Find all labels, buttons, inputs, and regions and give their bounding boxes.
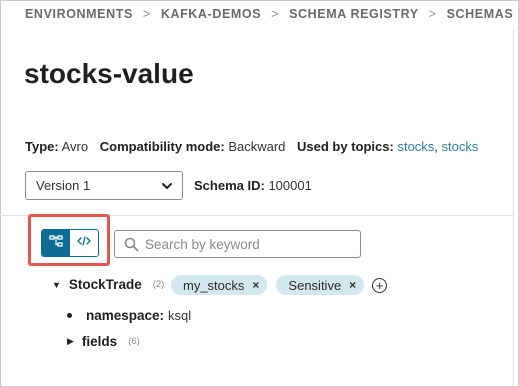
compatibility-value: Backward (228, 139, 286, 154)
tag-sensitive: Sensitive × (276, 275, 365, 295)
caret-right-icon[interactable]: ▶ (67, 336, 74, 347)
node-name[interactable]: fields (82, 334, 117, 349)
breadcrumb-separator: > (428, 7, 437, 21)
topic-link[interactable]: stocks (442, 139, 479, 154)
breadcrumb-kafka-demos[interactable]: KAFKA-DEMOS (161, 7, 261, 21)
node-field-count: (2) (152, 279, 165, 290)
tree-node-fields: ▶ fields (6) (67, 334, 140, 349)
topic-separator: , (434, 139, 438, 154)
remove-tag-icon[interactable]: × (252, 278, 259, 292)
panel-divider (513, 30, 514, 385)
schema-id: Schema ID: 100001 (194, 178, 312, 193)
bullet-icon (67, 313, 72, 318)
breadcrumb-separator: > (271, 7, 280, 21)
search-input[interactable] (145, 236, 345, 252)
node-value: ksql (168, 308, 192, 323)
version-select[interactable]: Version 1 (25, 171, 183, 200)
add-tag-icon[interactable]: + (372, 277, 388, 293)
search-box (114, 230, 361, 258)
tag-row: my_stocks × Sensitive × + (171, 275, 388, 295)
breadcrumb-separator: > (142, 7, 151, 21)
type-value: Avro (61, 139, 89, 154)
breadcrumb: ENVIRONMENTS > KAFKA-DEMOS > SCHEMA REGI… (25, 6, 513, 22)
breadcrumb-schemas[interactable]: SCHEMAS (447, 7, 514, 21)
tag-label: my_stocks (183, 277, 245, 293)
schema-id-value: 100001 (268, 178, 312, 193)
breadcrumb-environments[interactable]: ENVIRONMENTS (25, 7, 133, 21)
view-toggle (41, 229, 99, 257)
node-field-count: (6) (128, 336, 140, 347)
search-icon (124, 237, 139, 257)
code-view-icon (77, 234, 91, 252)
remove-tag-icon[interactable]: × (349, 278, 356, 292)
tree-view-button[interactable] (42, 230, 70, 256)
chevron-down-icon (161, 180, 173, 195)
type-label: Type: (25, 139, 59, 154)
code-view-button[interactable] (70, 230, 98, 256)
schema-meta: Type: Avro Compatibility mode: Backward … (25, 139, 478, 154)
tag-label: Sensitive (288, 277, 342, 293)
used-by-topics-label: Used by topics: (297, 139, 394, 154)
compatibility-label: Compatibility mode: (99, 139, 225, 154)
node-name: namespace: (86, 308, 165, 323)
topic-link[interactable]: stocks (397, 139, 434, 154)
version-selected: Version 1 (36, 178, 91, 193)
caret-down-icon[interactable]: ▼ (52, 280, 61, 290)
page-title: stocks-value (24, 58, 194, 89)
tree-node-stocktrade: ▼ StockTrade (2) (52, 277, 164, 292)
tag-my-stocks: my_stocks × (171, 275, 268, 295)
breadcrumb-schema-registry[interactable]: SCHEMA REGISTRY (289, 7, 419, 21)
node-name[interactable]: StockTrade (69, 277, 142, 292)
tree-view-icon (49, 234, 63, 252)
tree-node-namespace: namespace: ksql (67, 308, 191, 323)
schema-id-label: Schema ID: (194, 178, 265, 193)
